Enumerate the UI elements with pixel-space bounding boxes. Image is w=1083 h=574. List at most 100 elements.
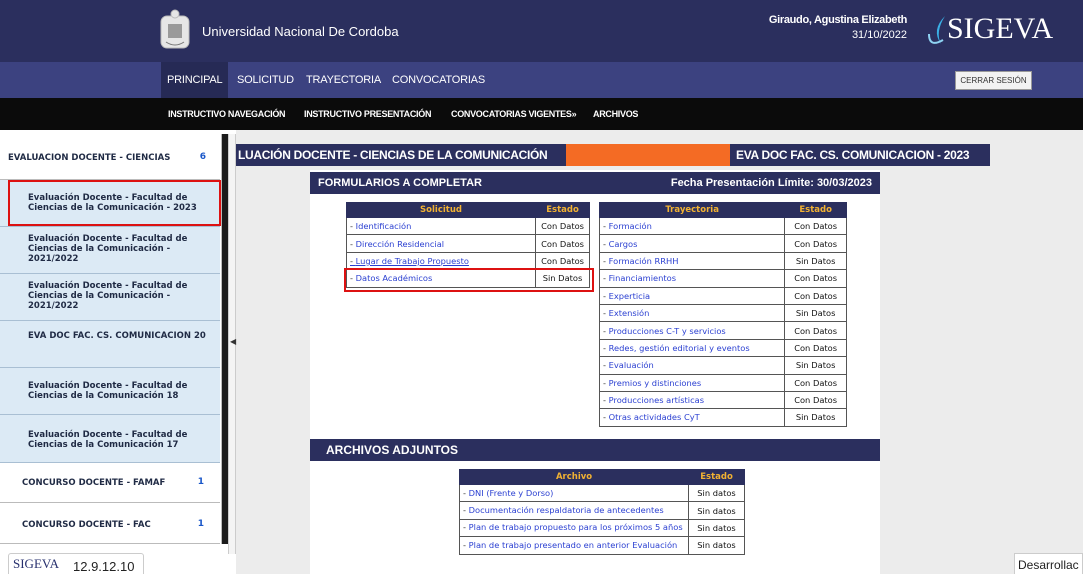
status-cell: Con Datos (784, 338, 847, 358)
trayectoria-row[interactable]: - Experticia Con Datos (598, 286, 847, 305)
developer-tab[interactable]: Desarrollac (1014, 553, 1083, 574)
form-link-label[interactable]: Producciones artísticas (609, 395, 704, 405)
trayectoria-row[interactable]: - Otras actividades CyT Sin Datos (598, 408, 847, 427)
logout-button[interactable]: CERRAR SESIÓN (955, 71, 1032, 90)
form-link-label[interactable]: Redes, gestión editorial y eventos (609, 343, 750, 353)
attachment-row[interactable]: - DNI (Frente y Dorso) Sin datos (458, 483, 745, 503)
subnav-instructivo-navegacion[interactable]: INSTRUCTIVO NAVEGACIÓN (168, 98, 286, 130)
form-link-label[interactable]: Evaluación (609, 360, 654, 370)
form-link-label[interactable]: Experticia (609, 291, 650, 301)
form-link[interactable]: - Producciones C-T y servicios (598, 321, 786, 340)
form-link[interactable]: - Otras actividades CyT (598, 408, 786, 427)
nav-principal[interactable]: PRINCIPAL (161, 62, 229, 98)
trayectoria-row[interactable]: - Producciones C-T y servicios Con Datos (598, 321, 847, 340)
sidebar-group-evaluacion[interactable]: EVALUACION DOCENTE - CIENCIAS 6 (0, 134, 220, 180)
form-link[interactable]: - Redes, gestión editorial y eventos (598, 338, 786, 358)
form-link-label[interactable]: Documentación respaldatoria de anteceden… (469, 505, 664, 515)
status-cell: Con Datos (784, 216, 847, 236)
form-link[interactable]: - Plan de trabajo propuesto para los pró… (458, 518, 690, 538)
nav-convocatorias[interactable]: CONVOCATORIAS (392, 62, 485, 98)
trayectoria-table: Trayectoria Estado - Formación Con Datos -… (598, 202, 847, 427)
form-link-label[interactable]: Premios y distinciones (609, 378, 702, 388)
sigeva-small-logo: SIGEVA (13, 556, 59, 571)
sidebar-group-fac[interactable]: CONCURSO DOCENTE - FAC 1 (0, 503, 220, 544)
subnav-instructivo-presentacion[interactable]: INSTRUCTIVO PRESENTACIÓN (304, 98, 431, 130)
column-header: Estado (688, 469, 745, 485)
form-link-label[interactable]: Lugar de Trabajo Propuesto (356, 256, 469, 266)
sidebar-group-label: EVALUACION DOCENTE - CIENCIAS (8, 153, 171, 163)
form-link[interactable]: - Experticia (598, 286, 786, 305)
column-header: Estado (784, 202, 847, 218)
form-link-label[interactable]: Cargos (609, 239, 638, 249)
form-link[interactable]: - Formación (598, 216, 786, 236)
sidebar-group-label: CONCURSO DOCENTE - FAMAF (22, 478, 166, 488)
attachments-header: ARCHIVOS ADJUNTOS (310, 439, 880, 461)
form-link[interactable]: - Evaluación (598, 356, 786, 375)
selected-highlight-box (8, 180, 221, 226)
form-link[interactable]: - Premios y distinciones (598, 373, 786, 392)
form-link-label[interactable]: Financiamientos (609, 273, 676, 283)
university-name: Universidad Nacional De Cordoba (202, 24, 399, 39)
form-link[interactable]: - Plan de trabajo presentado en anterior… (458, 536, 690, 555)
form-link[interactable]: - Cargos (598, 234, 786, 253)
form-link[interactable]: - Financiamientos (598, 269, 786, 288)
sidebar-item[interactable]: EVA DOC FAC. CS. COMUNICACION 20 (0, 321, 220, 368)
sidebar-item[interactable]: Evaluación Docente - Facultad de Ciencia… (0, 368, 220, 415)
sidebar-item[interactable]: Evaluación Docente - Facultad de Ciencia… (0, 274, 220, 321)
column-header: Trayectoria (598, 202, 786, 218)
subnav-archivos[interactable]: ARCHIVOS (593, 98, 638, 130)
main-nav: PRINCIPAL SOLICITUD TRAYECTORIA CONVOCAT… (0, 62, 1083, 98)
form-link-label[interactable]: Formación (609, 221, 652, 231)
trayectoria-row[interactable]: - Formación Con Datos (598, 216, 847, 236)
form-link[interactable]: - Extensión (598, 303, 786, 323)
status-cell: Con Datos (784, 286, 847, 305)
sidebar-item-label: Evaluación Docente - Facultad de Ciencia… (28, 281, 188, 311)
form-link-label[interactable]: Formación RRHH (609, 256, 679, 266)
form-link-label[interactable]: Otras actividades CyT (609, 412, 700, 422)
collapse-arrow-icon[interactable]: ◀ (230, 337, 236, 346)
trayectoria-row[interactable]: - Cargos Con Datos (598, 234, 847, 253)
form-link-label[interactable]: Plan de trabajo presentado en anterior E… (469, 540, 678, 550)
trayectoria-row[interactable]: - Redes, gestión editorial y eventos Con … (598, 338, 847, 358)
solicitud-row[interactable]: - Dirección Residencial Con Datos (345, 234, 590, 253)
form-link[interactable]: - Identificación (345, 216, 537, 236)
subnav-convocatorias-vigentes[interactable]: CONVOCATORIAS VIGENTES» (451, 98, 577, 130)
forms-title: FORMULARIOS A COMPLETAR (318, 177, 482, 189)
deadline-label: Fecha Presentación Límite: 30/03/2023 (670, 177, 872, 189)
status-cell: Sin datos (688, 501, 745, 520)
form-link-label[interactable]: Plan de trabajo propuesto para los próxi… (469, 522, 683, 532)
form-link-label[interactable]: Producciones C-T y servicios (609, 326, 726, 336)
solicitud-row[interactable]: - Identificación Con Datos (345, 216, 590, 236)
trayectoria-row[interactable]: - Evaluación Sin Datos (598, 356, 847, 375)
attachment-row[interactable]: - Plan de trabajo propuesto para los pró… (458, 518, 745, 538)
trayectoria-row[interactable]: - Formación RRHH Sin Datos (598, 251, 847, 271)
university-seal-icon (160, 9, 190, 49)
form-link-label[interactable]: Extensión (609, 308, 650, 318)
form-link[interactable]: - Documentación respaldatoria de anteced… (458, 501, 690, 520)
form-link[interactable]: - Formación RRHH (598, 251, 786, 271)
form-link[interactable]: - DNI (Frente y Dorso) (458, 483, 690, 503)
form-link-label[interactable]: Identificación (356, 221, 412, 231)
trayectoria-row[interactable]: - Premios y distinciones Con Datos (598, 373, 847, 392)
trayectoria-row[interactable]: - Financiamientos Con Datos (598, 269, 847, 288)
attachment-row[interactable]: - Plan de trabajo presentado en anterior… (458, 536, 745, 555)
trayectoria-row[interactable]: - Producciones artísticas Con Datos (598, 390, 847, 410)
form-link-label[interactable]: DNI (Frente y Dorso) (469, 488, 554, 498)
version-badge: SIGEVA 12.9.12.10 (8, 553, 144, 574)
sidebar-item[interactable]: Evaluación Docente - Facultad de Ciencia… (0, 415, 220, 463)
sidebar-group-famaf[interactable]: CONCURSO DOCENTE - FAMAF 1 (0, 463, 220, 503)
form-link-label[interactable]: Dirección Residencial (356, 239, 444, 249)
form-link[interactable]: - Dirección Residencial (345, 234, 537, 253)
form-link[interactable]: - Producciones artísticas (598, 390, 786, 410)
attachment-row[interactable]: - Documentación respaldatoria de anteced… (458, 501, 745, 520)
trayectoria-row[interactable]: - Extensión Sin Datos (598, 303, 847, 323)
sidebar-item[interactable]: Evaluación Docente - Facultad de Ciencia… (0, 227, 220, 274)
sidebar-item-label: Evaluación Docente - Facultad de Ciencia… (28, 234, 188, 264)
status-cell: Con Datos (784, 234, 847, 253)
status-cell: Sin datos (688, 518, 745, 538)
nav-trayectoria[interactable]: TRAYECTORIA (306, 62, 381, 98)
sidebar-item-label: EVA DOC FAC. CS. COMUNICACION 20 (28, 331, 206, 341)
current-date: 31/10/2022 (851, 29, 907, 41)
status-cell: Sin Datos (784, 356, 847, 375)
nav-solicitud[interactable]: SOLICITUD (237, 62, 294, 98)
